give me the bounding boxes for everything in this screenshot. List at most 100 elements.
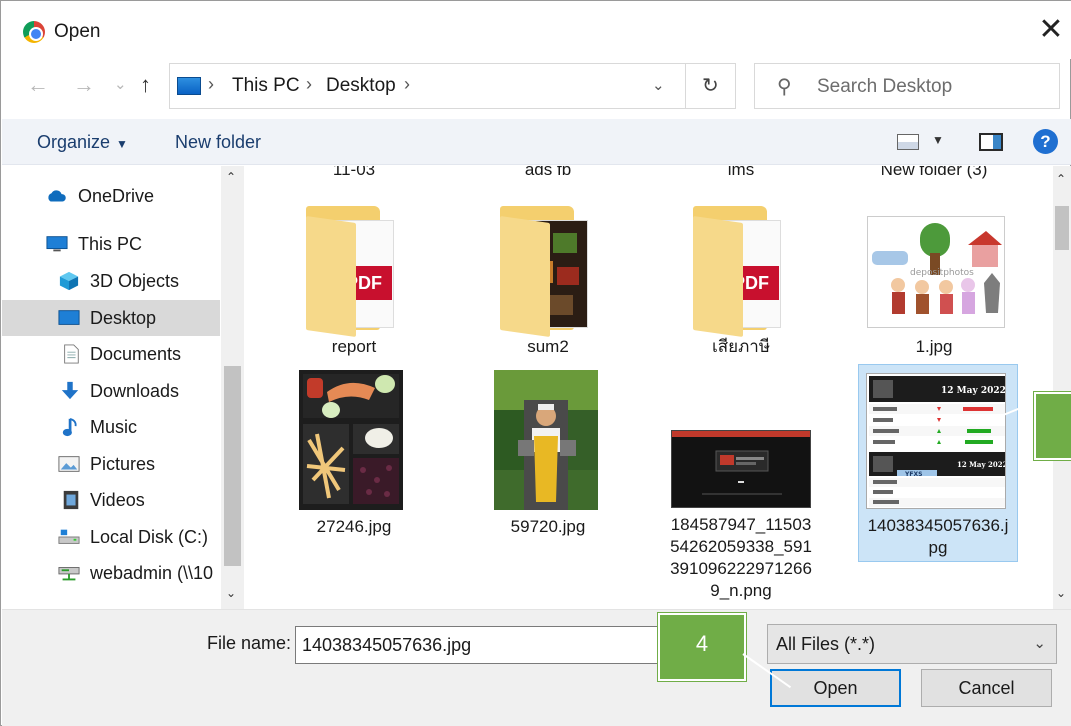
scroll-down-icon[interactable]: ⌄ <box>1056 586 1066 600</box>
cloud-icon <box>48 190 66 202</box>
step-callout-partial <box>1034 392 1071 460</box>
file-item-sum2[interactable]: sum2 <box>473 200 623 360</box>
file-item-59720-jpg[interactable]: 59720.jpg <box>473 368 623 568</box>
folder-icon: PDF <box>693 206 789 338</box>
file-list-scrollbar[interactable]: ⌃ ⌄ <box>1053 166 1071 609</box>
command-toolbar: Organize ▼ New folder ▼ ? <box>2 119 1071 165</box>
image-thumbnail <box>299 370 403 510</box>
image-thumbnail: depositphotos <box>867 216 1005 328</box>
nav-item-onedrive[interactable]: OneDrive <box>2 178 220 214</box>
nav-label: Desktop <box>90 308 157 328</box>
back-arrow-icon[interactable]: ← <box>27 72 49 98</box>
file-item-27246-jpg[interactable]: 27246.jpg <box>279 368 429 568</box>
file-label-partial[interactable]: 11-03 <box>279 166 429 180</box>
folder-icon: PDF <box>306 206 402 338</box>
nav-scrollbar[interactable]: ⌃ ⌄ <box>221 166 244 609</box>
view-options-caret-icon[interactable]: ▼ <box>932 133 944 147</box>
up-arrow-icon[interactable]: ↑ <box>140 72 151 98</box>
dialog-title: Open <box>54 21 101 42</box>
nav-item-this-pc[interactable]: This PC <box>2 226 220 262</box>
recent-locations-icon[interactable]: ⌄ <box>114 75 127 93</box>
file-name: 184587947_11503 54262059338_591 39109622… <box>670 515 812 600</box>
file-name-input[interactable] <box>295 626 667 664</box>
nav-label: Documents <box>90 344 182 364</box>
file-name: เสียภาษี <box>711 337 771 356</box>
file-label-partial[interactable]: lms <box>666 166 816 180</box>
pc-icon <box>177 77 201 95</box>
breadcrumb-separator: › <box>208 74 214 94</box>
file-item-1jpg[interactable]: depositphotos 1.jpg <box>859 200 1009 360</box>
navigation-pane: OneDrive This PC 3D Objects Desktop Docu… <box>2 166 244 609</box>
download-icon <box>61 381 79 400</box>
scroll-down-icon[interactable]: ⌄ <box>226 586 236 600</box>
image-thumbnail <box>494 370 598 510</box>
search-box[interactable]: ⚲ Search Desktop <box>754 63 1060 109</box>
change-view-icon[interactable] <box>897 134 919 150</box>
nav-item-downloads[interactable]: Downloads <box>2 373 220 409</box>
breadcrumb-separator[interactable]: › <box>404 74 410 95</box>
watermark-text: depositphotos <box>910 268 974 278</box>
disk-icon <box>58 529 80 544</box>
nav-item-webadmin[interactable]: webadmin (\\10 <box>2 555 220 591</box>
nav-item-local-disk[interactable]: Local Disk (C:) <box>2 519 220 555</box>
file-item-report[interactable]: PDF report <box>279 200 429 360</box>
nav-label: 3D Objects <box>90 271 180 291</box>
nav-item-desktop[interactable]: Desktop <box>2 300 220 336</box>
nav-label: Videos <box>90 490 145 510</box>
thumb-date-text: 12 May 2022 <box>941 386 1006 396</box>
nav-item-pictures[interactable]: Pictures <box>2 446 220 482</box>
address-divider <box>685 64 686 108</box>
scroll-up-icon[interactable]: ⌃ <box>226 170 236 184</box>
nav-item-documents[interactable]: Documents <box>2 336 220 372</box>
chevron-down-icon: ⌄ <box>1033 635 1046 652</box>
folder-icon <box>500 206 596 338</box>
chrome-icon <box>23 21 45 43</box>
file-item-184587947-png[interactable]: 184587947_11503 54262059338_591 39109622… <box>666 368 816 608</box>
scroll-up-icon[interactable]: ⌃ <box>1056 172 1066 186</box>
file-list-scroll-thumb[interactable] <box>1055 206 1069 250</box>
image-thumbnail <box>671 430 811 508</box>
document-icon <box>64 344 79 364</box>
close-button[interactable]: ✕ <box>1036 15 1066 45</box>
thumb-brand-text: YFXS <box>904 471 922 478</box>
file-item-tax-folder[interactable]: PDF เสียภาษี <box>666 200 816 360</box>
nav-scroll-thumb[interactable] <box>224 366 241 566</box>
file-type-value: All Files (*.*) <box>776 634 876 654</box>
nav-label: OneDrive <box>78 186 155 206</box>
file-name: report <box>331 337 377 356</box>
music-icon <box>62 417 77 437</box>
computer-icon <box>46 236 68 252</box>
organize-button[interactable]: Organize ▼ <box>37 132 128 153</box>
refresh-icon[interactable]: ↻ <box>702 73 719 98</box>
address-bar[interactable]: › This PC › Desktop › ⌄ ↻ <box>169 63 736 109</box>
file-type-select[interactable]: All Files (*.*) ⌄ <box>767 624 1057 664</box>
organize-label: Organize <box>37 132 111 152</box>
nav-label: This PC <box>78 234 143 254</box>
file-label-partial[interactable]: ads fb <box>473 166 623 180</box>
dialog-footer: File name: All Files (*.*) ⌄ Open Cancel <box>2 609 1071 726</box>
step-callout: 4 <box>658 613 746 681</box>
new-folder-button[interactable]: New folder <box>175 132 261 153</box>
image-thumbnail: 12 May 2022 12 May 2022 YFXS <box>866 373 1006 509</box>
desktop-icon <box>58 310 80 325</box>
video-icon <box>63 490 79 510</box>
file-item-14038345057636-jpg[interactable]: 12 May 2022 12 May 2022 YFXS 14038345057… <box>858 364 1018 562</box>
file-list-pane: 11-03 ads fb lms New folder (3) PDF repo… <box>245 166 1053 609</box>
nav-item-videos[interactable]: Videos <box>2 482 220 518</box>
forward-arrow-icon[interactable]: → <box>73 72 95 98</box>
breadcrumb-this-pc[interactable]: This PC <box>232 75 300 97</box>
nav-label: Local Disk (C:) <box>90 527 209 547</box>
file-label-partial[interactable]: New folder (3) <box>859 166 1009 180</box>
picture-icon <box>58 456 80 472</box>
nav-item-music[interactable]: Music <box>2 409 220 445</box>
breadcrumb-desktop[interactable]: Desktop <box>326 75 396 97</box>
title-bar: Open ✕ <box>1 1 1071 59</box>
preview-pane-icon[interactable] <box>979 133 1003 151</box>
cancel-button[interactable]: Cancel <box>921 669 1052 707</box>
file-name: 59720.jpg <box>510 517 586 536</box>
nav-item-3d-objects[interactable]: 3D Objects <box>2 263 220 299</box>
cube-icon <box>59 271 79 291</box>
address-dropdown-icon[interactable]: ⌄ <box>652 76 665 94</box>
nav-label: Pictures <box>90 454 156 474</box>
help-icon[interactable]: ? <box>1033 129 1058 154</box>
